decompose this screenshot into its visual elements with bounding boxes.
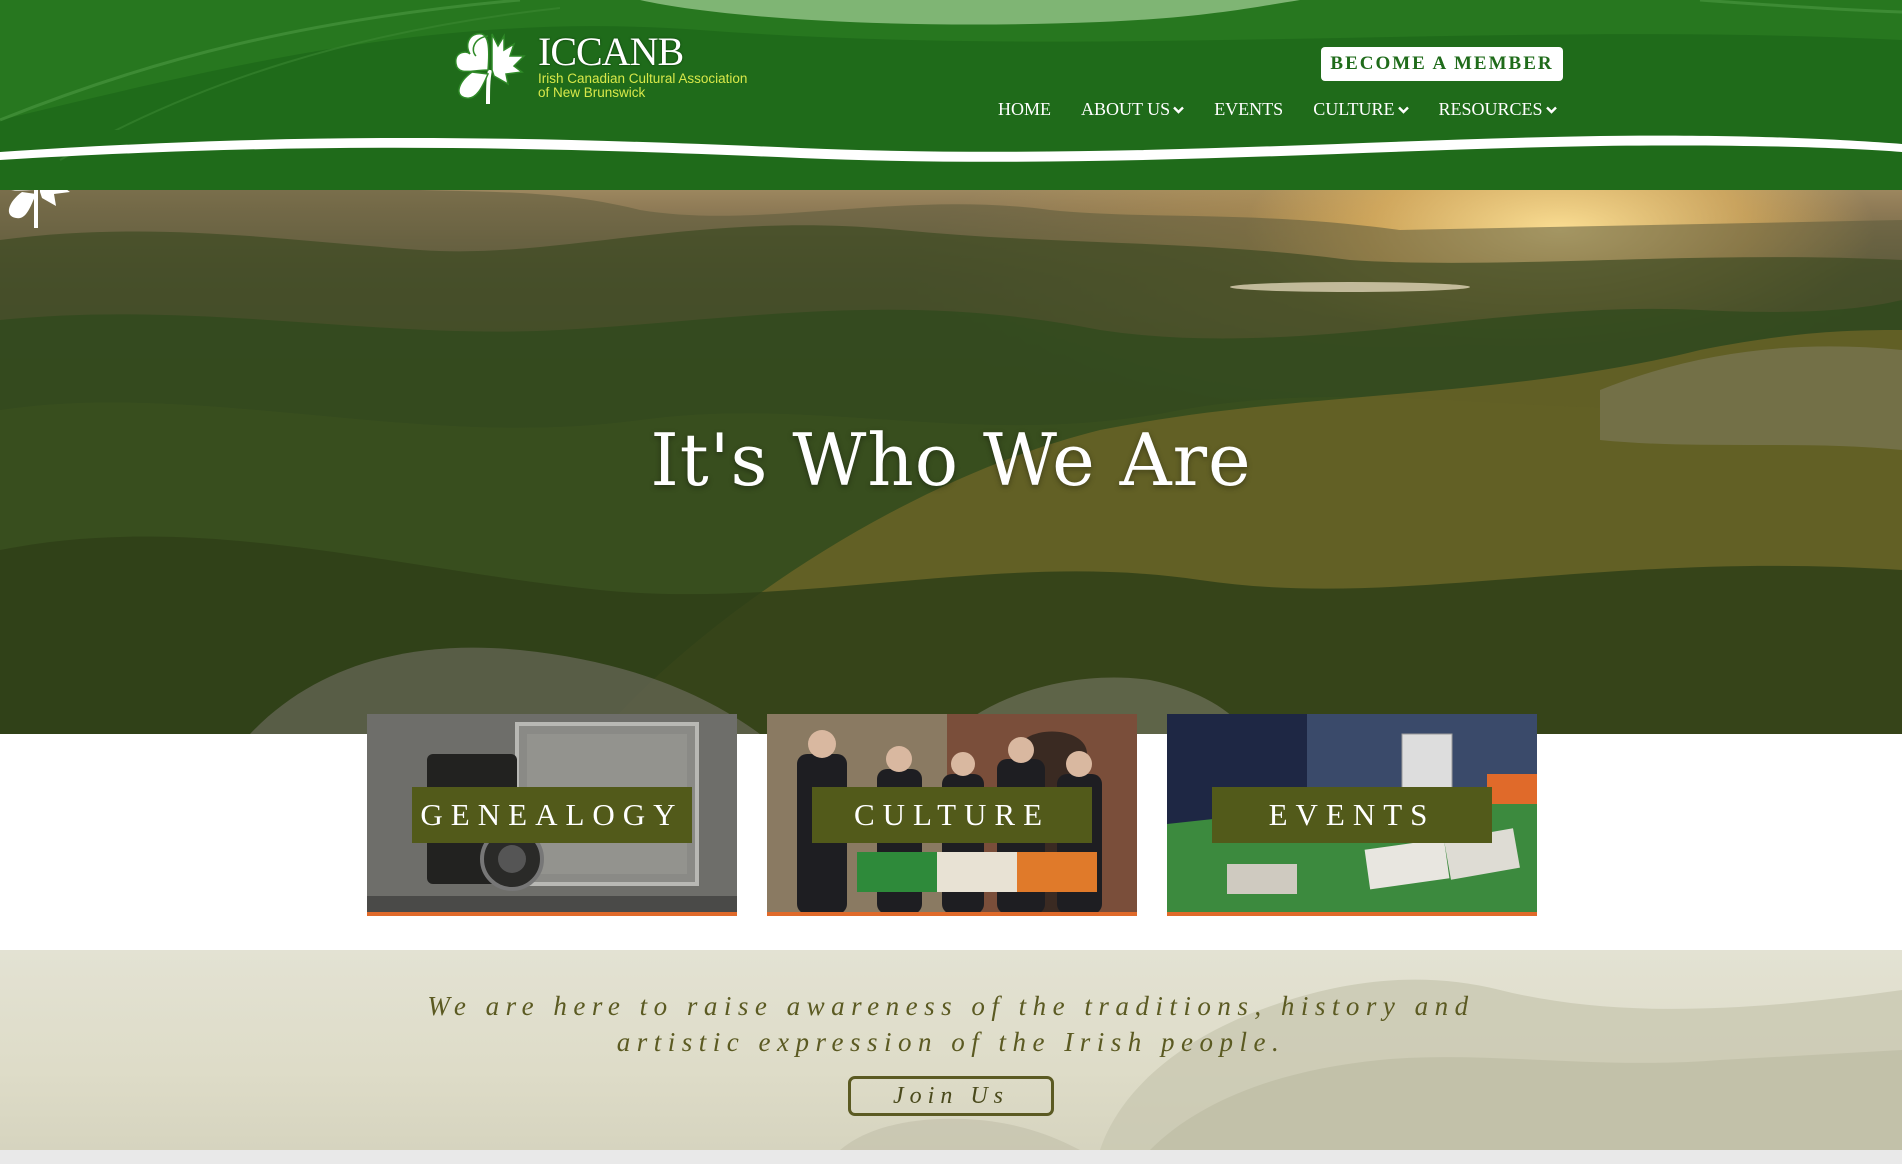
main-nav: HOME ABOUT US EVENTS CULTURE RESOURCES <box>998 99 1557 120</box>
culture-card-label: CULTURE <box>812 787 1092 843</box>
mission-statement: We are here to raise awareness of the tr… <box>0 988 1902 1060</box>
site-logo[interactable]: ICCANB Irish Canadian Cultural Associati… <box>448 24 778 114</box>
header-wave-divider <box>0 130 1902 162</box>
nav-item-events[interactable]: EVENTS <box>1214 99 1283 120</box>
genealogy-card[interactable]: GENEALOGY <box>367 714 737 916</box>
chevron-down-icon <box>1545 106 1557 114</box>
logo-subtitle-line1: Irish Canadian Cultural Association <box>538 71 748 86</box>
chevron-down-icon <box>1173 106 1185 114</box>
events-card-label: EVENTS <box>1212 787 1492 843</box>
mission-line-1: We are here to raise awareness of the tr… <box>427 991 1475 1021</box>
nav-item-label: ABOUT US <box>1081 99 1171 119</box>
mission-section: We are here to raise awareness of the tr… <box>0 950 1902 1150</box>
nav-item-resources[interactable]: RESOURCES <box>1439 99 1557 120</box>
hero-banner: It's Who We Are <box>0 150 1902 734</box>
nav-item-about-us[interactable]: ABOUT US <box>1081 99 1185 120</box>
join-us-button[interactable]: Join Us <box>848 1076 1054 1116</box>
mission-line-2: artistic expression of the Irish people. <box>616 1027 1286 1057</box>
nav-item-label: RESOURCES <box>1438 99 1543 119</box>
nav-item-label: CULTURE <box>1313 99 1395 119</box>
nav-item-culture[interactable]: CULTURE <box>1313 99 1409 120</box>
chevron-down-icon <box>1397 106 1409 114</box>
events-card[interactable]: EVENTS <box>1167 714 1537 916</box>
nav-item-home[interactable]: HOME <box>998 99 1051 120</box>
logo-title: ICCANB <box>538 29 684 74</box>
hero-title: It's Who We Are <box>650 418 1252 502</box>
genealogy-card-label: GENEALOGY <box>412 787 692 843</box>
culture-card[interactable]: CULTURE <box>767 714 1137 916</box>
footer-strip <box>0 1150 1902 1164</box>
nav-item-label: EVENTS <box>1214 99 1284 119</box>
logo-subtitle-line2: of New Brunswick <box>538 85 646 100</box>
nav-item-label: HOME <box>998 99 1051 119</box>
become-member-button[interactable]: BECOME A MEMBER <box>1321 47 1563 81</box>
shamrock-maple-leaf-icon <box>455 33 526 105</box>
